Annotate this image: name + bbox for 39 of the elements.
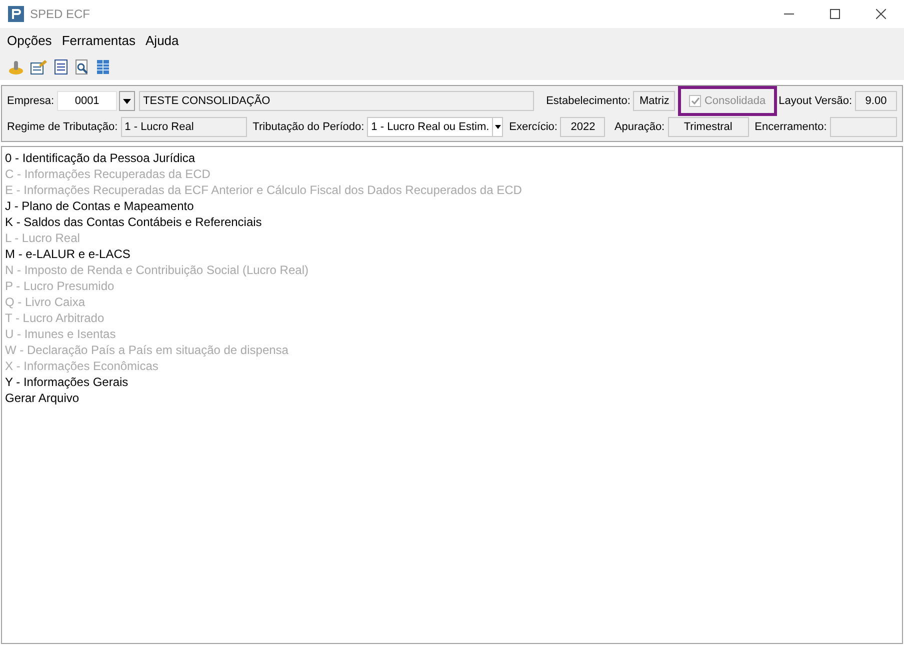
closing-field[interactable] (830, 117, 897, 137)
list-item[interactable]: K - Saldos das Contas Contábeis e Referenciais (5, 214, 899, 230)
list-item[interactable]: Gerar Arquivo (5, 390, 899, 406)
check-icon (690, 97, 700, 105)
document-icon[interactable] (54, 59, 68, 75)
window-title: SPED ECF (30, 6, 90, 23)
field-label: Layout Versão: (778, 94, 852, 109)
menu-item[interactable]: Ferramentas (56, 31, 141, 51)
menu-item[interactable]: Opções (2, 31, 57, 51)
form-icon[interactable] (30, 59, 48, 75)
caret-icon (494, 125, 501, 129)
field-label: Regime de Tributação: (7, 120, 118, 135)
field-label: Encerramento: (754, 120, 827, 135)
tax-regime-field[interactable]: 1 - Lucro Real (120, 117, 247, 137)
menu-item[interactable]: Ajuda (140, 31, 184, 51)
layout-version-field[interactable]: 9.00 (855, 91, 897, 111)
app-logo-icon (8, 6, 24, 22)
company-name-field[interactable]: TESTE CONSOLIDAÇÃO (139, 91, 534, 111)
dropdown-button[interactable] (119, 91, 136, 111)
caret-icon (123, 98, 132, 104)
field-label: Estabelecimento: (546, 94, 630, 109)
field-label: Apuração: (614, 120, 665, 135)
database-icon[interactable] (8, 59, 24, 75)
establishment-field[interactable]: Matriz (633, 91, 676, 111)
field-label: Exercício: (509, 120, 558, 135)
maximize-icon (830, 9, 840, 19)
close-icon (876, 9, 886, 19)
spreadsheet-icon[interactable] (96, 59, 110, 75)
list-item[interactable]: J - Plano de Contas e Mapeamento (5, 198, 899, 214)
list-item[interactable]: Y - Informações Gerais (5, 374, 899, 390)
field-label: Tributação do Período: (252, 120, 364, 135)
period-select[interactable]: 1 - Lucro Real ou Estim. (367, 117, 504, 137)
list-item[interactable]: M - e-LALUR e e-LACS (5, 246, 899, 262)
company-code-field[interactable]: 0001 (57, 91, 118, 111)
preview-icon[interactable] (74, 59, 90, 75)
assessment-field[interactable]: Trimestral (668, 117, 749, 137)
fiscal-year-field[interactable]: 2022 (560, 117, 606, 137)
field-label: Empresa: (7, 94, 54, 109)
list-item[interactable]: 0 - Identificação da Pessoa Jurídica (5, 150, 899, 166)
